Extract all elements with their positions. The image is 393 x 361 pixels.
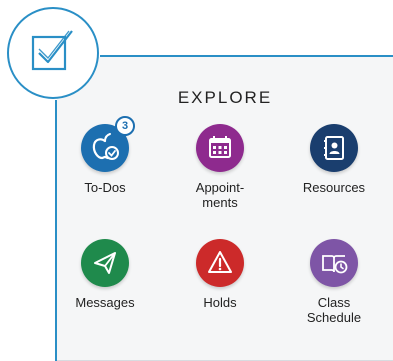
class-schedule-label: Class Schedule [306,295,362,325]
paper-plane-icon [94,252,116,274]
checklist-badge [7,7,99,99]
holds-label: Holds [203,295,237,310]
resources-tile[interactable]: Resources [286,124,382,195]
class-schedule-tile[interactable]: Class Schedule [286,239,382,325]
todos-circle: 3 [81,116,135,172]
todos-count-badge: 3 [115,116,135,136]
messages-tile[interactable]: Messages [57,239,153,310]
resources-label: Resources [302,180,366,195]
messages-circle [81,239,129,287]
explore-title: EXPLORE [177,88,273,107]
appointments-circle [196,124,244,172]
holds-tile[interactable]: Holds [172,239,268,310]
contact-book-icon [324,136,344,160]
messages-label: Messages [75,295,135,310]
holds-circle [196,239,244,287]
todos-tile[interactable]: 3 To-Dos [57,116,153,195]
checkbox-check-icon [31,30,73,71]
todos-label: To-Dos [84,180,126,195]
resources-circle [310,124,358,172]
appointments-tile[interactable]: Appoint- ments [172,124,268,210]
book-clock-icon [322,255,348,274]
warning-icon [208,251,232,273]
appointments-label: Appoint- ments [195,180,245,210]
calendar-icon [209,136,231,158]
class-schedule-circle [310,239,358,287]
